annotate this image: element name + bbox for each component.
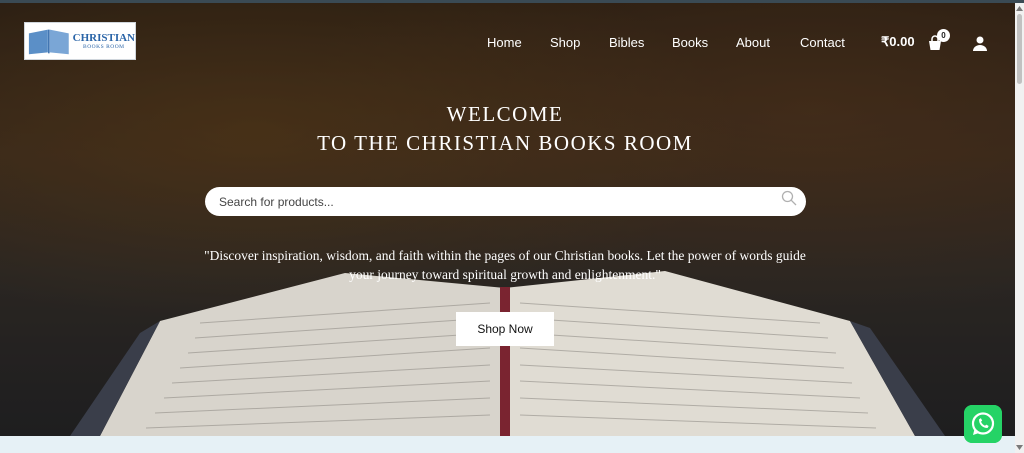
site-logo[interactable]: CHRISTIAN BOOKS ROOM xyxy=(24,22,136,60)
whatsapp-icon[interactable] xyxy=(964,405,1002,443)
search-icon[interactable] xyxy=(781,190,797,206)
search-bar xyxy=(205,187,806,216)
logo-subtitle: BOOKS ROOM xyxy=(83,44,125,50)
cart-total[interactable]: ₹0.00 xyxy=(881,34,915,50)
user-icon[interactable] xyxy=(972,35,988,51)
scroll-up-arrow-icon[interactable] xyxy=(1015,4,1024,13)
scrollbar-thumb[interactable] xyxy=(1017,14,1022,84)
nav-books[interactable]: Books xyxy=(672,35,708,50)
nav-about[interactable]: About xyxy=(736,35,770,50)
hero-quote: "Discover inspiration, wisdom, and faith… xyxy=(204,248,806,282)
nav-home[interactable]: Home xyxy=(487,35,522,50)
nav-shop[interactable]: Shop xyxy=(550,35,580,50)
cart-count-badge: 0 xyxy=(937,29,950,42)
scroll-down-arrow-icon[interactable] xyxy=(1015,443,1024,452)
book-logo-icon xyxy=(28,29,69,55)
welcome-heading: WELCOME xyxy=(446,102,564,126)
bible-image xyxy=(70,271,945,436)
logo-title: CHRISTIAN xyxy=(72,32,135,44)
next-section-edge xyxy=(0,436,1015,453)
nav-bibles[interactable]: Bibles xyxy=(609,35,644,50)
search-input[interactable] xyxy=(217,192,761,212)
hero-section: CHRISTIAN BOOKS ROOM Home Shop Bibles Bo… xyxy=(0,3,1015,436)
shop-now-button[interactable]: Shop Now xyxy=(456,312,554,346)
nav-contact[interactable]: Contact xyxy=(800,35,845,50)
welcome-subheading: TO THE CHRISTIAN BOOKS ROOM xyxy=(317,131,693,155)
